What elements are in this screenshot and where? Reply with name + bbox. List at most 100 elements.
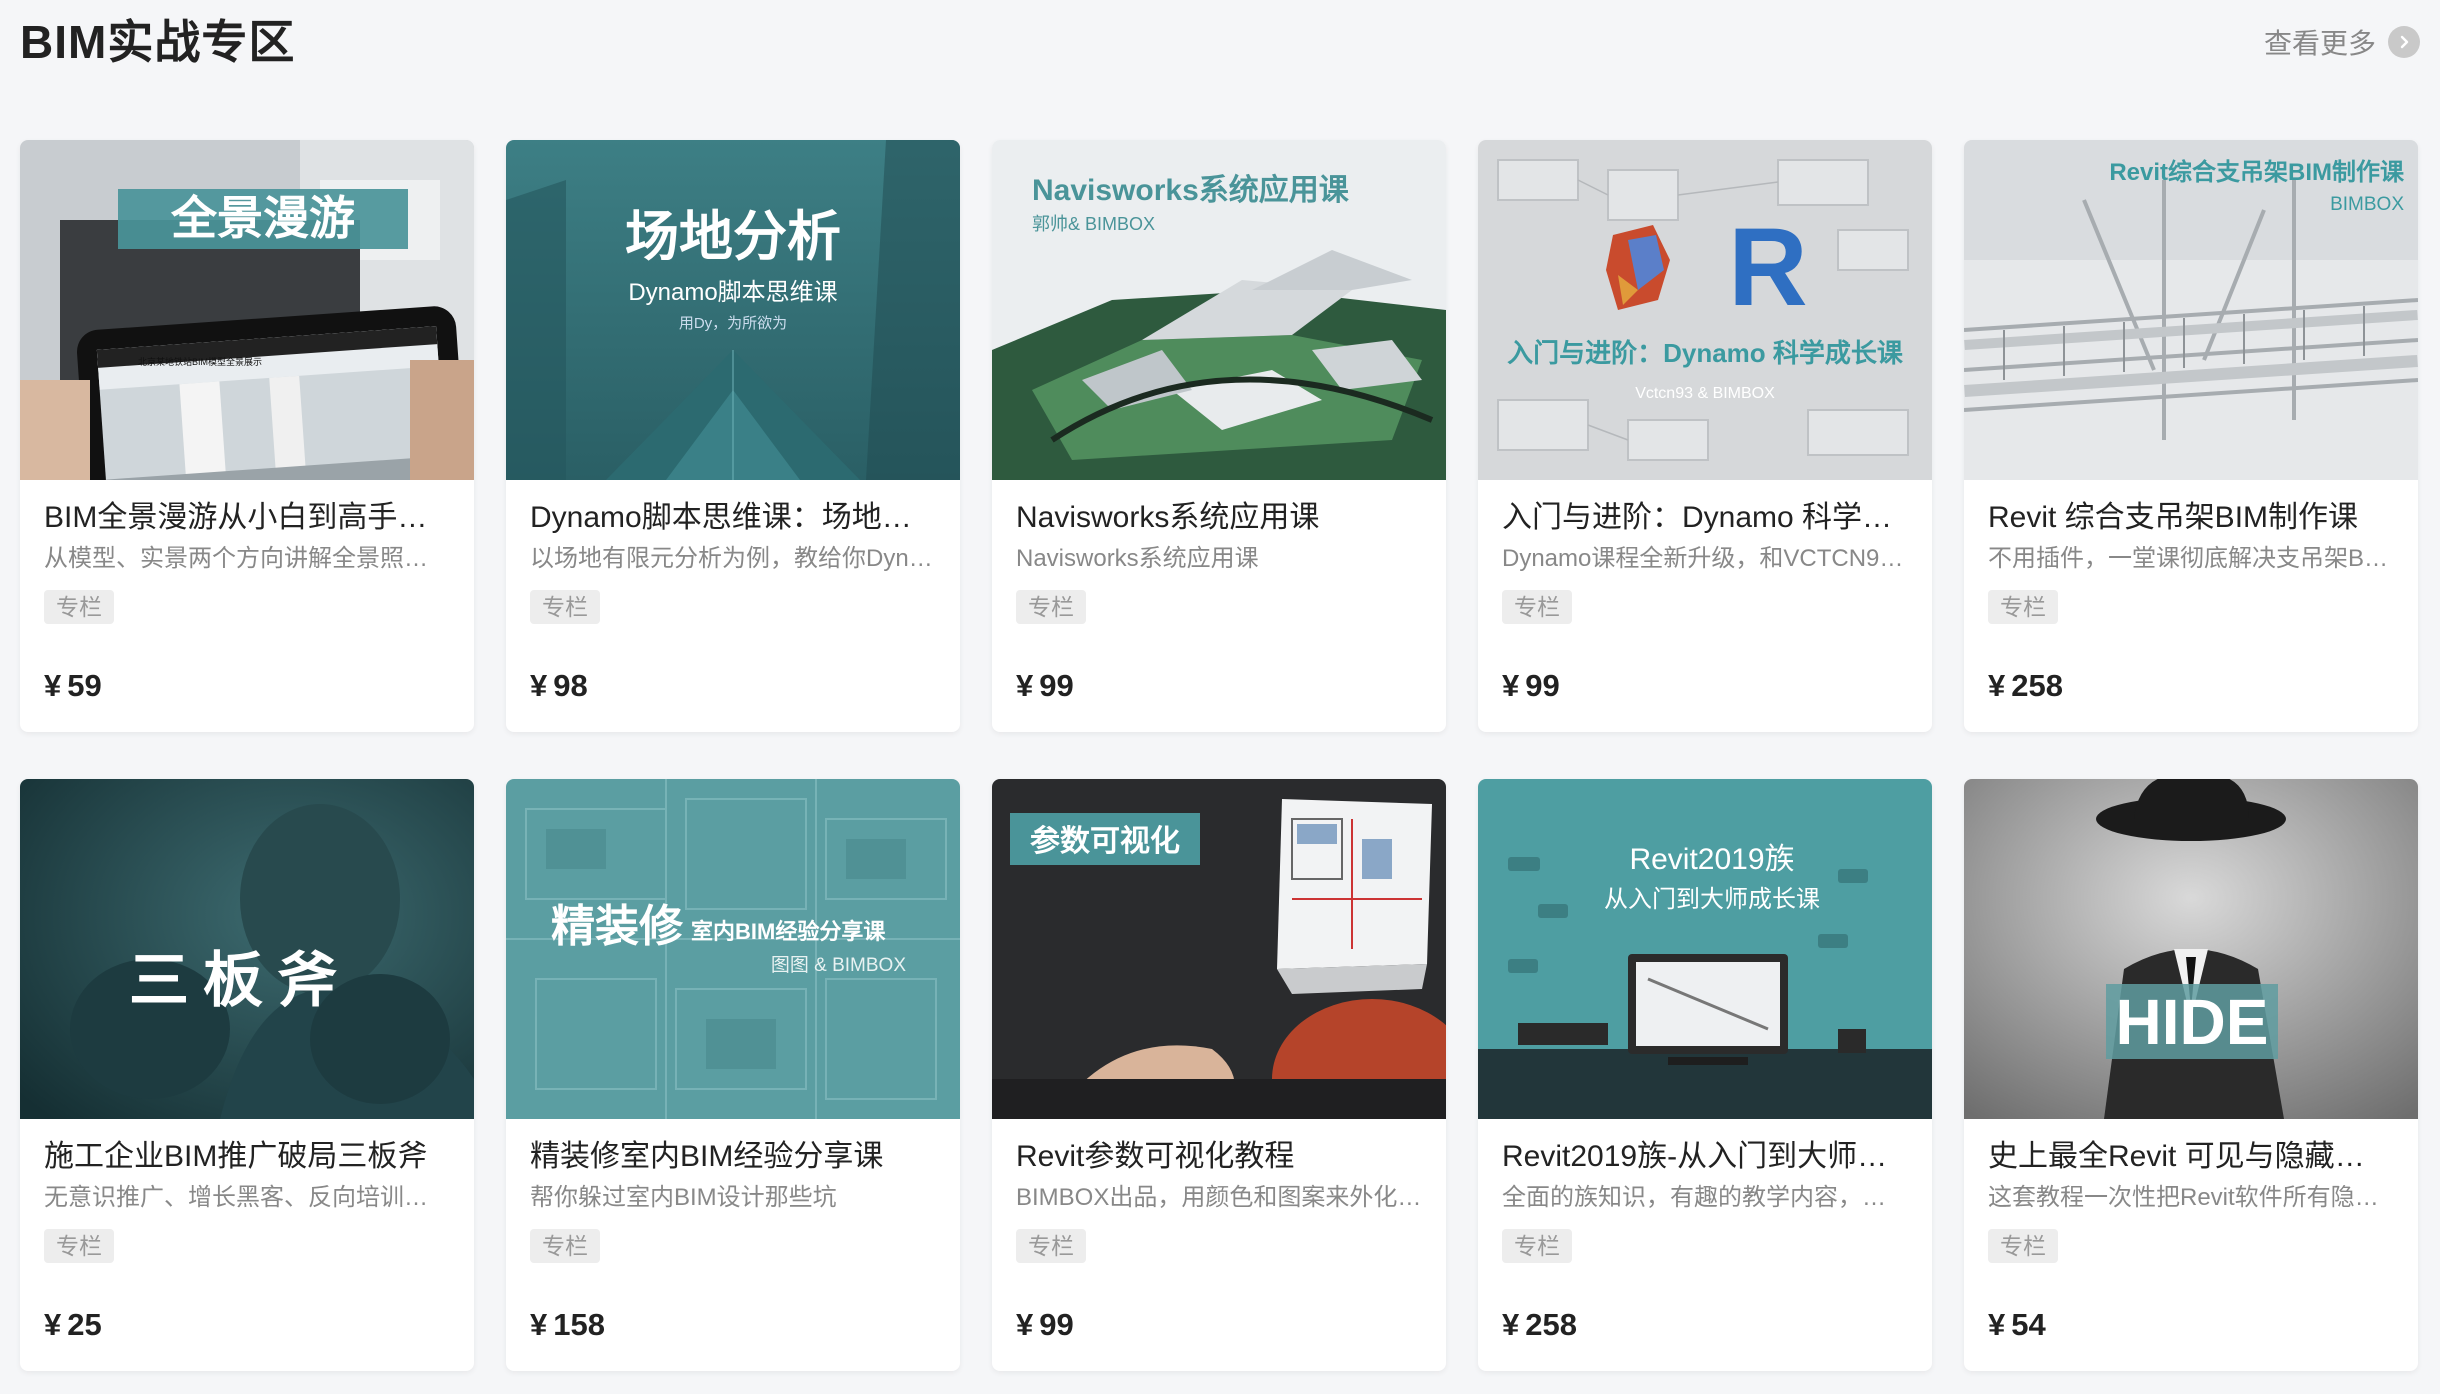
course-description: 帮你躲过室内BIM设计那些坑 — [530, 1184, 837, 1211]
course-card[interactable]: HIDE 史上最全Revit 可见与隐藏教程 这套教程一次性把Revit软件所有… — [1964, 779, 2418, 1371]
course-price: ¥99 — [1502, 668, 1560, 704]
currency-symbol: ¥ — [44, 1307, 62, 1342]
course-card[interactable]: 参数可视化 Revit参数可视化教程 BIMBOX出品，用颜色和图案来外化参数信… — [992, 779, 1446, 1371]
cover-caption: 用Dy，为所欲为 — [679, 315, 787, 332]
course-title[interactable]: Dynamo脚本思维课：场地有限元分析 — [530, 500, 936, 536]
cover-caption: 北京某地铁站BIM模型全景展示 — [138, 356, 262, 367]
price-value: 258 — [2011, 668, 2063, 703]
price-value: 99 — [1525, 668, 1560, 703]
course-description: Navisworks系统应用课 — [1016, 545, 1259, 572]
cover-title: 场地分析 — [625, 204, 841, 268]
course-price: ¥99 — [1016, 1307, 1074, 1343]
course-description: 以场地有限元分析为例，教给你Dynamo的脚本思维 — [530, 545, 936, 572]
course-card[interactable]: R 入门与进阶：Dynamo 科学成长课 Vctcn93 & BIMBOX 入门… — [1478, 140, 1932, 732]
section-header: BIM实战专区 查看更多 — [20, 0, 2420, 80]
cover-title: Revit2019族 — [1629, 843, 1794, 876]
column-badge: 专栏 — [1988, 590, 2058, 624]
course-description: 这套教程一次性把Revit软件所有隐藏功能讲清楚 — [1988, 1184, 2394, 1211]
course-price: ¥25 — [44, 1307, 102, 1343]
price-value: 158 — [553, 1307, 605, 1342]
course-cover-image: 全景漫游 北京某地铁站BIM模型全景展示 — [20, 140, 474, 480]
currency-symbol: ¥ — [1016, 668, 1034, 703]
view-more-label: 查看更多 — [2263, 28, 2376, 59]
price-value: 258 — [1525, 1307, 1577, 1342]
chevron-right-icon — [2388, 26, 2420, 58]
course-price: ¥54 — [1988, 1307, 2046, 1343]
course-cover-image: 三板斧 — [20, 779, 474, 1119]
course-description: Dynamo课程全新升级，和VCTCN93一起科学成长 — [1502, 545, 1908, 572]
price-value: 54 — [2011, 1307, 2046, 1342]
cover-title: 全景漫游 — [170, 192, 355, 244]
course-description: 不用插件，一堂课彻底解决支吊架BIM制作 — [1988, 545, 2394, 572]
course-card[interactable]: 精装修 室内BIM经验分享课 图图 & BIMBOX 精装修室内BIM经验分享课… — [506, 779, 960, 1371]
column-badge: 专栏 — [44, 1229, 114, 1263]
cover-title: Revit综合支吊架BIM制作课 — [2109, 158, 2405, 186]
column-badge: 专栏 — [1016, 1229, 1086, 1263]
column-badge: 专栏 — [1502, 590, 1572, 624]
currency-symbol: ¥ — [1502, 668, 1520, 703]
price-value: 99 — [1039, 668, 1074, 703]
price-value: 59 — [67, 668, 102, 703]
course-card[interactable]: 场地分析 Dynamo脚本思维课 用Dy，为所欲为 Dynamo脚本思维课：场地… — [506, 140, 960, 732]
course-price: ¥258 — [1988, 668, 2063, 704]
course-price: ¥99 — [1016, 668, 1074, 704]
course-title[interactable]: 入门与进阶：Dynamo 科学成长课 — [1502, 500, 1908, 536]
cover-subtitle: Vctcn93 & BIMBOX — [1635, 385, 1775, 402]
column-badge: 专栏 — [1502, 1229, 1572, 1263]
course-title[interactable]: 精装修室内BIM经验分享课 — [530, 1139, 936, 1175]
cover-title: 参数可视化 — [1030, 825, 1180, 858]
price-value: 25 — [67, 1307, 102, 1342]
section-title: BIM实战专区 — [20, 16, 296, 68]
course-description: 全面的族知识，有趣的教学内容，从入门到大师 — [1502, 1184, 1908, 1211]
cover-title: HIDE — [2116, 986, 2269, 1058]
currency-symbol: ¥ — [530, 668, 548, 703]
cover-subtitle: 从入门到大师成长课 — [1604, 886, 1820, 913]
cover-caption: 图图 & BIMBOX — [771, 955, 906, 976]
course-card[interactable]: Navisworks系统应用课 郭帅& BIMBOX Navisworks系统应… — [992, 140, 1446, 732]
course-cover-image: 场地分析 Dynamo脚本思维课 用Dy，为所欲为 — [506, 140, 960, 480]
course-price: ¥98 — [530, 668, 588, 704]
currency-symbol: ¥ — [1016, 1307, 1034, 1342]
cover-title: 精装修 — [551, 901, 684, 952]
course-price: ¥258 — [1502, 1307, 1577, 1343]
course-cover-image: Revit2019族 从入门到大师成长课 — [1478, 779, 1932, 1119]
svg-text:R: R — [1728, 206, 1807, 329]
cover-title: 入门与进阶：Dynamo 科学成长课 — [1507, 338, 1904, 368]
course-title[interactable]: Navisworks系统应用课 — [1016, 500, 1422, 536]
cover-subtitle: 室内BIM经验分享课 — [691, 919, 886, 944]
course-title[interactable]: Revit 综合支吊架BIM制作课 — [1988, 500, 2394, 536]
course-card[interactable]: 三板斧 施工企业BIM推广破局三板斧 无意识推广、增长黑客、反向培训三板斧破局 … — [20, 779, 474, 1371]
column-badge: 专栏 — [1016, 590, 1086, 624]
course-title[interactable]: BIM全景漫游从小白到高手教程 — [44, 500, 450, 536]
course-title[interactable]: Revit2019族-从入门到大师成长课 — [1502, 1139, 1908, 1175]
course-description: 无意识推广、增长黑客、反向培训三板斧破局 — [44, 1184, 450, 1211]
course-title[interactable]: Revit参数可视化教程 — [1016, 1139, 1422, 1175]
course-cover-image: Navisworks系统应用课 郭帅& BIMBOX — [992, 140, 1446, 480]
course-card[interactable]: Revit2019族 从入门到大师成长课 Revit2019族-从入门到大师成长… — [1478, 779, 1932, 1371]
column-badge: 专栏 — [530, 590, 600, 624]
currency-symbol: ¥ — [1988, 668, 2006, 703]
cover-title: Navisworks系统应用课 — [1032, 173, 1350, 207]
cover-subtitle: 郭帅& BIMBOX — [1032, 214, 1155, 234]
price-value: 98 — [553, 668, 588, 703]
course-cover-image: HIDE — [1964, 779, 2418, 1119]
cover-subtitle: Dynamo脚本思维课 — [628, 279, 837, 306]
course-title[interactable]: 施工企业BIM推广破局三板斧 — [44, 1139, 450, 1175]
column-badge: 专栏 — [44, 590, 114, 624]
currency-symbol: ¥ — [44, 668, 62, 703]
course-cover-image: 精装修 室内BIM经验分享课 图图 & BIMBOX — [506, 779, 960, 1119]
column-badge: 专栏 — [1988, 1229, 2058, 1263]
course-cover-image: R 入门与进阶：Dynamo 科学成长课 Vctcn93 & BIMBOX — [1478, 140, 1932, 480]
course-title[interactable]: 史上最全Revit 可见与隐藏教程 — [1988, 1139, 2394, 1175]
course-price: ¥158 — [530, 1307, 605, 1343]
course-card[interactable]: 全景漫游 北京某地铁站BIM模型全景展示 BIM全景漫游从小白到高手教程 从模型… — [20, 140, 474, 732]
course-cover-image: Revit综合支吊架BIM制作课 BIMBOX — [1964, 140, 2418, 480]
course-cover-image: 参数可视化 — [992, 779, 1446, 1119]
currency-symbol: ¥ — [1502, 1307, 1520, 1342]
cover-title: 三板斧 — [129, 946, 351, 1016]
view-more-link[interactable]: 查看更多 — [2264, 22, 2420, 62]
course-price: ¥59 — [44, 668, 102, 704]
course-description: BIMBOX出品，用颜色和图案来外化参数信息 — [1016, 1184, 1422, 1211]
course-card[interactable]: Revit综合支吊架BIM制作课 BIMBOX Revit 综合支吊架BIM制作… — [1964, 140, 2418, 732]
price-value: 99 — [1039, 1307, 1074, 1342]
